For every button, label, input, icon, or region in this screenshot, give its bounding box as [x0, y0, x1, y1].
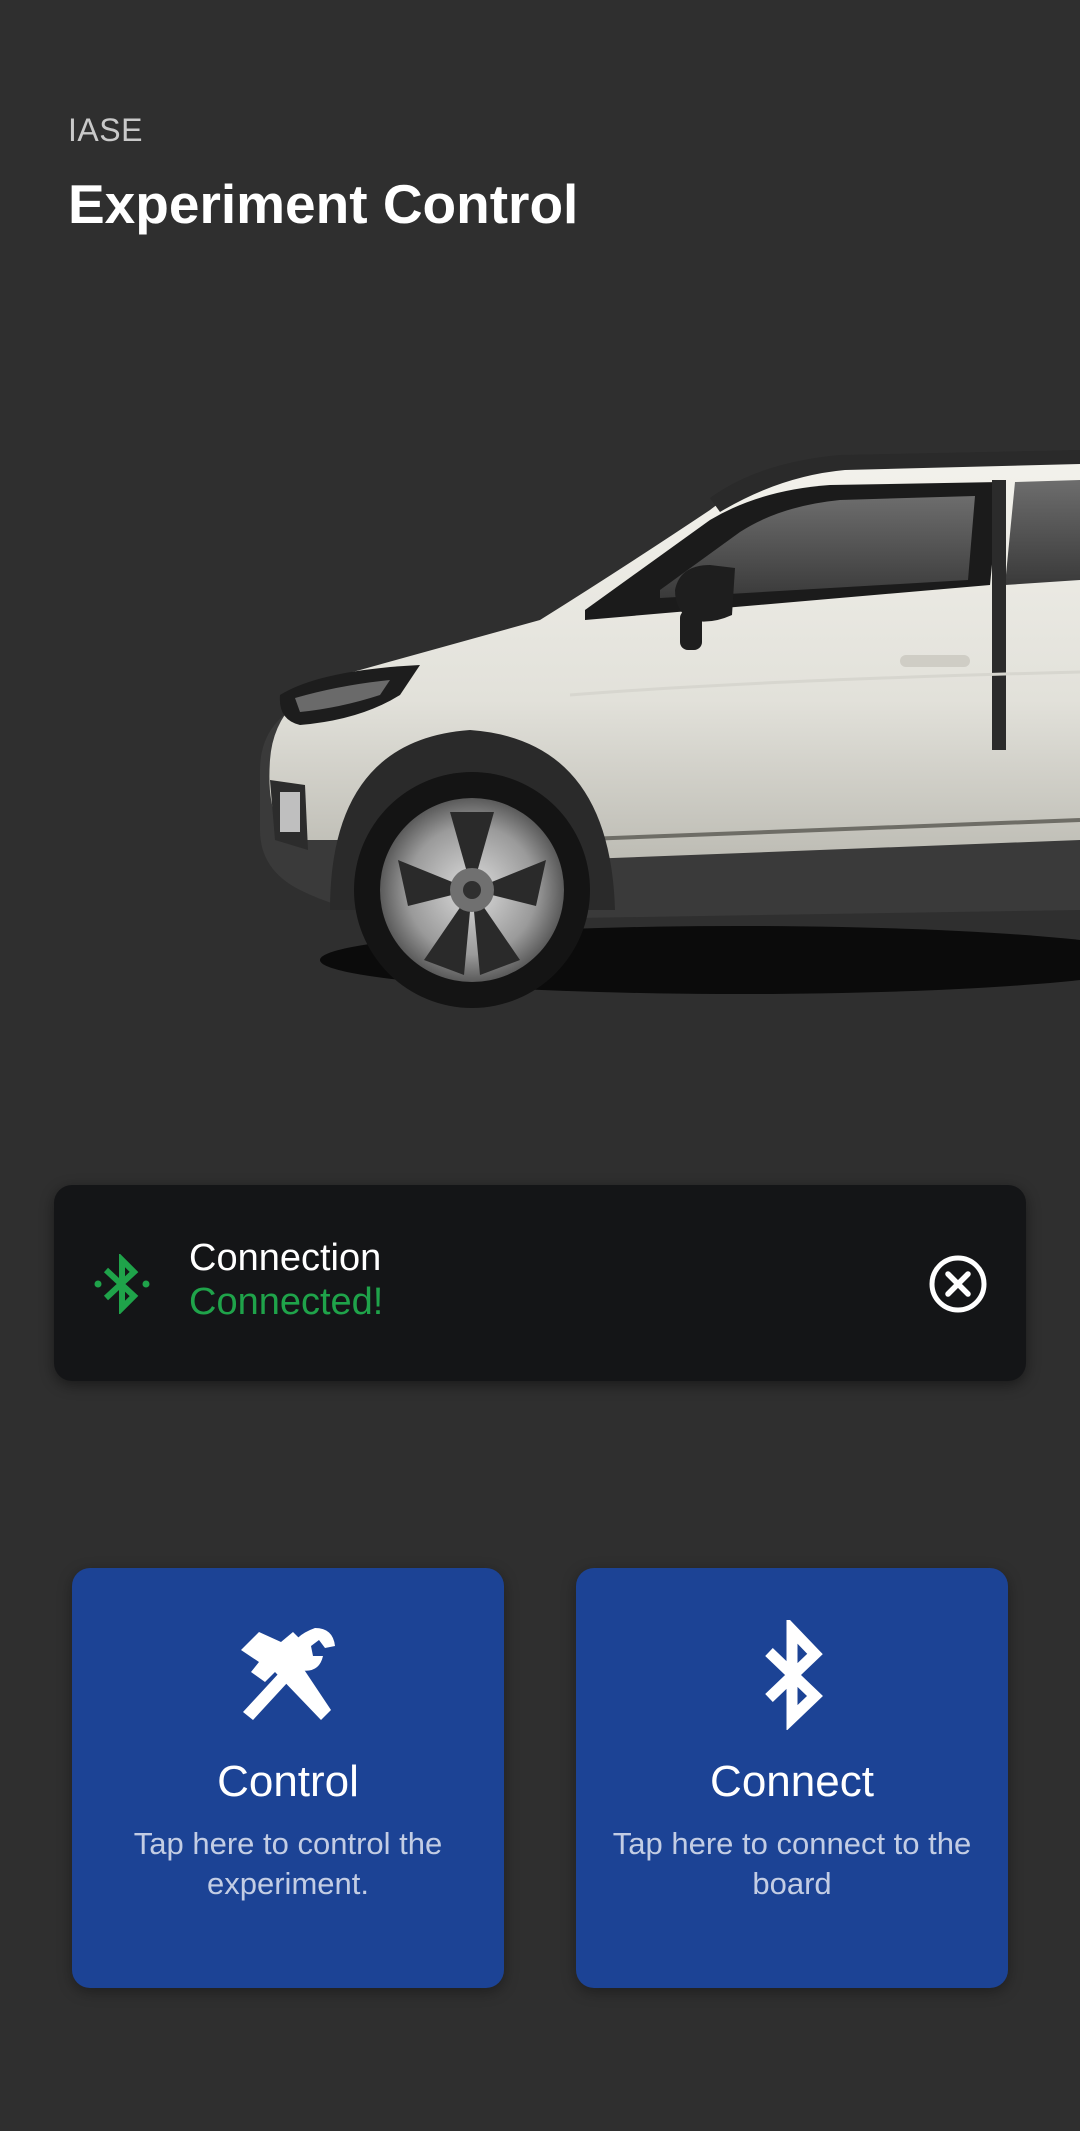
close-circle-icon[interactable] [928, 1254, 988, 1314]
header: IASE Experiment Control [68, 110, 578, 236]
app-label: IASE [68, 112, 143, 148]
connection-status-texts: Connection Connected! [189, 1236, 383, 1324]
status-value: Connected! [189, 1281, 384, 1323]
connect-description: Tap here to connect to the board [612, 1826, 972, 1901]
control-title: Control [217, 1757, 359, 1806]
control-button[interactable]: Control Tap here to control the experime… [72, 1568, 504, 1988]
bluetooth-icon [737, 1616, 847, 1731]
bluetooth-icon [94, 1252, 150, 1316]
tools-icon [233, 1620, 343, 1730]
status-title: Connection [189, 1237, 382, 1279]
connect-title: Connect [710, 1757, 874, 1806]
connect-button[interactable]: Connect Tap here to connect to the board [576, 1568, 1008, 1988]
page-title: Experiment Control [68, 173, 579, 235]
car-image [240, 440, 1080, 1020]
control-description: Tap here to control the experiment. [133, 1826, 443, 1901]
